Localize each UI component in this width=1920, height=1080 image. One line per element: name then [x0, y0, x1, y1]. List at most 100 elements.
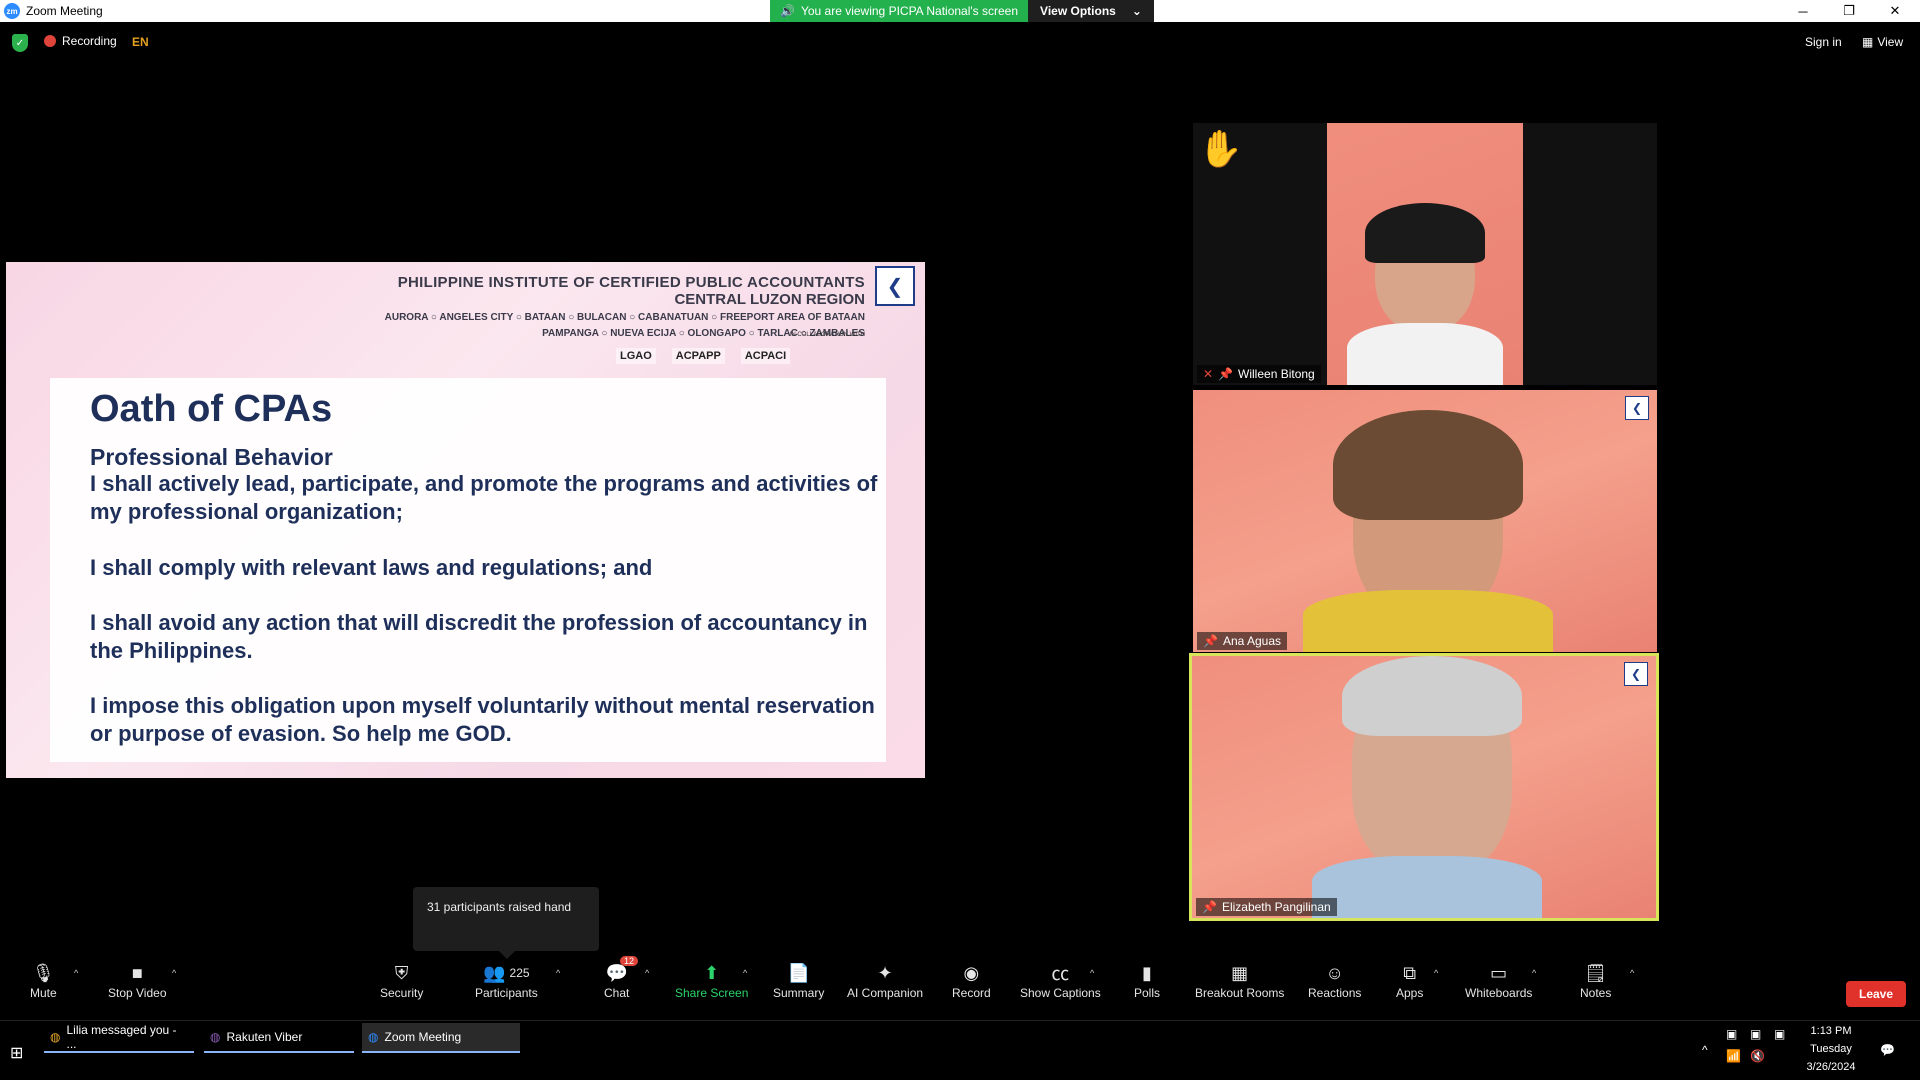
network-icon[interactable]: 📶: [1726, 1049, 1741, 1063]
tray-app-icon[interactable]: ▣: [1750, 1027, 1761, 1041]
speaker-icon: 🔊: [780, 4, 795, 18]
oath-paragraph: I shall actively lead, participate, and …: [90, 471, 878, 524]
minimize-button[interactable]: ─: [1780, 0, 1826, 22]
slide-region: CENTRAL LUZON REGION: [674, 291, 865, 308]
slide-content-card: Oath of CPAs Professional Behavior I sha…: [50, 378, 886, 762]
polls-button[interactable]: ▮ Polls: [1134, 960, 1161, 1001]
chat-options-caret[interactable]: ^: [645, 968, 649, 978]
recording-indicator[interactable]: Recording: [44, 34, 117, 48]
windows-start-icon[interactable]: ⊞: [10, 1043, 23, 1063]
ai-companion-button[interactable]: ✦ AI Companion: [847, 960, 924, 1001]
participant-name: Ana Aguas: [1222, 634, 1282, 648]
share-screen-button[interactable]: ⬆ Share Screen: [675, 960, 748, 1001]
record-button[interactable]: ◉ Record: [952, 960, 991, 1001]
notes-button[interactable]: 🗒 Notes: [1580, 960, 1612, 1001]
tray-expand-icon[interactable]: ^: [1702, 1043, 1708, 1057]
view-button[interactable]: ▦ View: [1862, 35, 1903, 49]
record-icon: ◉: [963, 962, 980, 983]
notes-icon: 🗒: [1584, 962, 1608, 983]
slide-title: Oath of CPAs: [90, 388, 333, 430]
whiteboards-button[interactable]: ▭ Whiteboards: [1465, 960, 1533, 1001]
mute-label: Mute: [30, 986, 57, 1000]
taskbar-item-label: Zoom Meeting: [384, 1030, 462, 1044]
security-button[interactable]: ⛨ Security: [380, 960, 424, 1001]
share-screen-icon: ⬆: [704, 962, 720, 983]
slide-collab-text: IN COLLABORATION WITH: [789, 332, 865, 338]
partner-logos: LGAO ACPAPP ACPACI: [616, 348, 791, 364]
sparkle-icon: ✦: [877, 962, 893, 983]
show-captions-label: Show Captions: [1020, 986, 1101, 1000]
summary-button[interactable]: 📄 Summary: [773, 960, 825, 1001]
viber-icon: ◍: [210, 1030, 221, 1044]
captions-options-caret[interactable]: ^: [1090, 968, 1094, 978]
captions-icon: ㏄: [1051, 964, 1070, 984]
chat-unread-badge: 12: [620, 956, 639, 966]
video-options-caret[interactable]: ^: [172, 968, 176, 978]
video-tile[interactable]: ❮ 📌 Ana Aguas: [1193, 390, 1657, 652]
muted-mic-icon: ✕: [1203, 367, 1214, 381]
participants-options-caret[interactable]: ^: [556, 968, 560, 978]
summary-label: Summary: [773, 986, 825, 1000]
volume-muted-icon[interactable]: 🔇: [1750, 1049, 1765, 1063]
picpa-logo-icon: ❮: [875, 266, 915, 306]
clock-day: Tuesday: [1810, 1043, 1852, 1055]
participants-button[interactable]: 👥 225 Participants: [475, 960, 538, 1001]
polls-label: Polls: [1134, 986, 1161, 1000]
notifications-icon[interactable]: 💬: [1880, 1043, 1895, 1057]
leave-button[interactable]: Leave: [1846, 981, 1906, 1007]
ai-companion-label: AI Companion: [847, 986, 924, 1000]
tray-app-icon[interactable]: ▣: [1726, 1027, 1737, 1041]
raised-hands-tooltip: 31 participants raised hand: [413, 887, 599, 959]
sign-in-button[interactable]: Sign in: [1805, 35, 1842, 49]
mute-button[interactable]: 🎙 Mute: [30, 960, 57, 1001]
whiteboards-label: Whiteboards: [1465, 986, 1533, 1000]
apps-button[interactable]: ⧉ Apps: [1396, 960, 1423, 1001]
show-captions-button[interactable]: ㏄ Show Captions: [1020, 960, 1101, 1000]
zoom-icon: ◍: [368, 1030, 379, 1044]
notes-options-caret[interactable]: ^: [1630, 968, 1634, 978]
security-label: Security: [380, 986, 424, 1000]
participant-name-tag: 📌 Ana Aguas: [1197, 632, 1288, 650]
summary-icon: 📄: [787, 962, 810, 983]
taskbar-item-viber[interactable]: ◍ Rakuten Viber: [204, 1023, 354, 1053]
video-camera-icon: ■: [131, 962, 143, 983]
share-options-caret[interactable]: ^: [743, 968, 747, 978]
viewing-text: You are viewing PICPA National's screen: [800, 4, 1019, 18]
slide-header: PHILIPPINE INSTITUTE OF CERTIFIED PUBLIC…: [385, 274, 865, 340]
oath-paragraph: I shall comply with relevant laws and re…: [90, 555, 653, 580]
close-button[interactable]: ✕: [1872, 0, 1918, 22]
video-tile[interactable]: ✕ 📌 Willeen Bitong: [1193, 123, 1657, 385]
chat-button[interactable]: 💬 12 Chat: [604, 956, 639, 1000]
language-badge[interactable]: EN: [132, 35, 149, 49]
notes-label: Notes: [1580, 986, 1612, 1000]
video-tile-active-speaker[interactable]: ❮ 📌 Elizabeth Pangilinan: [1189, 653, 1659, 921]
whiteboards-options-caret[interactable]: ^: [1532, 968, 1536, 978]
microphone-icon: 🎙: [31, 962, 55, 983]
system-clock[interactable]: 1:13 PM Tuesday 3/26/2024: [1796, 1022, 1866, 1076]
taskbar-item-chrome[interactable]: ◍ Lilia messaged you - ...: [44, 1023, 194, 1053]
pin-icon: 📌: [1202, 900, 1217, 914]
security-shield-icon[interactable]: ✓: [12, 34, 28, 52]
apps-options-caret[interactable]: ^: [1434, 968, 1438, 978]
pin-icon: 📌: [1203, 634, 1218, 648]
taskbar-item-label: Rakuten Viber: [226, 1030, 303, 1044]
view-options-button[interactable]: View Options ⌄: [1028, 0, 1154, 22]
breakout-rooms-button[interactable]: ▦ Breakout Rooms: [1195, 960, 1284, 1001]
view-grid-icon: ▦: [1862, 35, 1874, 49]
stop-video-label: Stop Video: [108, 986, 167, 1000]
audio-options-caret[interactable]: ^: [74, 968, 78, 978]
stop-video-button[interactable]: ■ Stop Video: [108, 960, 167, 1001]
recording-label: Recording: [62, 34, 117, 48]
chrome-icon: ◍: [50, 1030, 61, 1044]
participants-count: 225: [509, 966, 530, 980]
reactions-button[interactable]: ☺ Reactions: [1308, 960, 1362, 1001]
clock-time: 1:13 PM: [1810, 1025, 1852, 1037]
bar-chart-icon: ▮: [1142, 962, 1152, 983]
restore-button[interactable]: ❐: [1826, 0, 1872, 22]
clock-date: 3/26/2024: [1806, 1061, 1856, 1073]
taskbar-item-zoom[interactable]: ◍ Zoom Meeting: [362, 1023, 520, 1053]
reactions-label: Reactions: [1308, 986, 1362, 1000]
participant-name: Elizabeth Pangilinan: [1221, 900, 1331, 914]
tray-app-icon[interactable]: ▣: [1774, 1027, 1785, 1041]
partner-logo: ACPAPP: [671, 348, 725, 364]
